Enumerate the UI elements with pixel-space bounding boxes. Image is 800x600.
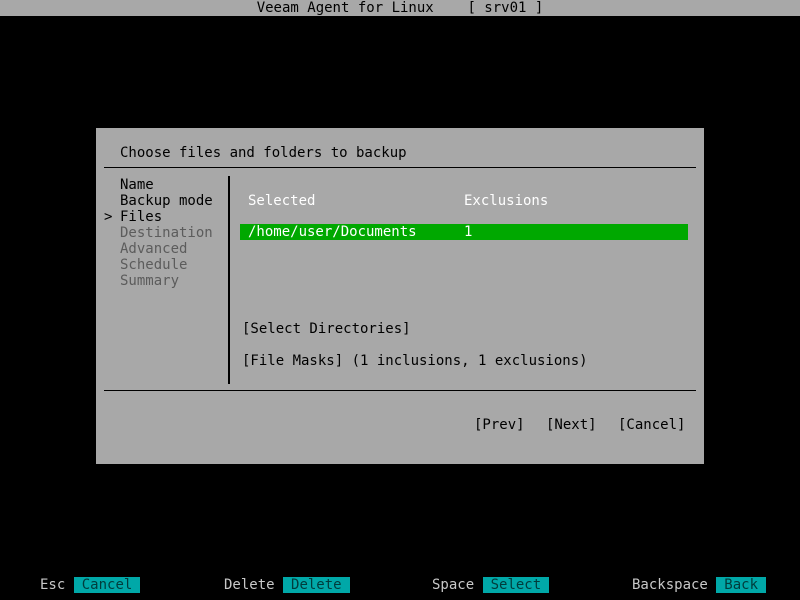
sidebar-divider	[228, 176, 230, 384]
table-row[interactable]: /home/user/Documents 1	[240, 224, 688, 240]
step-advanced: Advanced	[120, 241, 188, 257]
key-backspace-label: Backspace	[632, 577, 708, 593]
key-hint-delete[interactable]: Delete Delete	[224, 577, 350, 593]
prev-button[interactable]: [Prev]	[474, 417, 525, 433]
select-directories-button[interactable]: [Select Directories]	[242, 321, 411, 337]
next-button[interactable]: [Next]	[546, 417, 597, 433]
key-space-action: Select	[482, 577, 550, 593]
step-name[interactable]: Name	[120, 177, 154, 193]
row-exclusions: 1	[464, 224, 473, 240]
cancel-button[interactable]: [Cancel]	[618, 417, 685, 433]
heading-divider	[104, 167, 696, 168]
column-header-exclusions: Exclusions	[464, 193, 549, 209]
step-destination: Destination	[120, 225, 213, 241]
step-backup-mode[interactable]: Backup mode	[120, 193, 213, 209]
column-header-selected: Selected	[248, 193, 316, 209]
step-schedule: Schedule	[120, 257, 188, 273]
key-esc-action: Cancel	[73, 577, 141, 593]
key-hint-backspace[interactable]: Backspace Back	[632, 577, 767, 593]
file-masks-button[interactable]: [File Masks] (1 inclusions, 1 exclusions…	[242, 353, 588, 369]
app-title: Veeam Agent for Linux	[256, 0, 434, 16]
row-path: /home/user/Documents	[248, 224, 417, 240]
key-hint-esc[interactable]: Esc Cancel	[40, 577, 141, 593]
key-backspace-action: Back	[716, 577, 767, 593]
key-hint-space[interactable]: Space Select	[432, 577, 550, 593]
dialog-heading: Choose files and folders to backup	[120, 145, 407, 161]
step-files[interactable]: Files	[120, 209, 162, 225]
key-delete-label: Delete	[224, 577, 275, 593]
wizard-dialog: Choose files and folders to backup Name …	[96, 128, 704, 464]
key-delete-action: Delete	[283, 577, 350, 593]
buttons-divider	[104, 390, 696, 391]
window-title-bar: Veeam Agent for Linux [ srv01 ]	[0, 0, 800, 16]
key-esc-label: Esc	[40, 577, 66, 593]
current-step-marker: >	[104, 209, 113, 225]
host-label: [ srv01 ]	[467, 0, 544, 16]
key-space-label: Space	[432, 577, 475, 593]
step-summary: Summary	[120, 273, 180, 289]
